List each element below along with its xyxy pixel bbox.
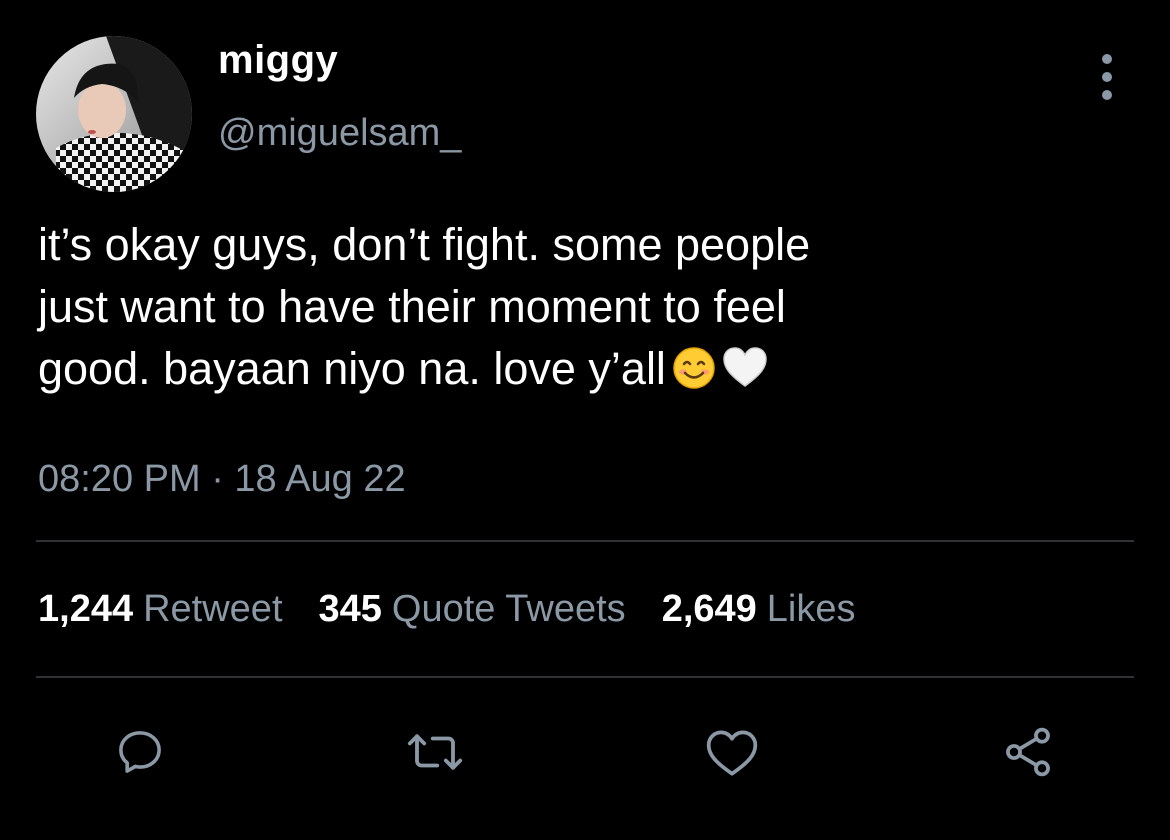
user-handle[interactable]: @miguelsam_ [218, 112, 461, 155]
likes-label: Likes [766, 588, 856, 630]
white-heart-emoji [722, 344, 768, 406]
more-dot-icon [1102, 72, 1112, 82]
retweet-count: 1,244 [38, 588, 134, 630]
reply-icon [119, 731, 161, 773]
retweet-label: Retweet [143, 588, 283, 630]
like-button[interactable] [700, 722, 764, 782]
share-icon [1006, 727, 1050, 777]
share-button[interactable] [996, 722, 1060, 782]
like-count: 2,649 [661, 588, 757, 630]
quote-count: 345 [318, 588, 382, 630]
avatar[interactable] [36, 36, 192, 192]
divider [36, 676, 1134, 678]
tweet-text-line: just want to have their moment to feel [38, 281, 786, 332]
smiling-face-emoji [672, 344, 716, 406]
reply-button[interactable] [108, 722, 172, 782]
tweet-card: miggy @miguelsam_ it’s okay guys, don’t … [0, 0, 1170, 840]
tweet-text-line: good. bayaan niyo na. love y’all [38, 343, 666, 394]
like-icon [706, 730, 758, 776]
retweet-button[interactable] [403, 722, 467, 782]
avatar-photo [36, 36, 192, 192]
tweet-stats: 1,244 Retweet 345 Quote Tweets 2,649 Likes [38, 588, 892, 631]
likes-link[interactable]: 2,649 Likes [662, 588, 856, 631]
more-dot-icon [1102, 54, 1112, 64]
divider [36, 540, 1134, 542]
retweet-count-link[interactable]: 1,244 Retweet [38, 588, 283, 631]
tweet-text-line: it’s okay guys, don’t fight. some people [38, 219, 811, 270]
retweet-icon [407, 734, 463, 770]
more-dot-icon [1102, 90, 1112, 100]
tweet-text: it’s okay guys, don’t fight. some people… [38, 214, 1138, 406]
quote-label: Quote Tweets [391, 588, 626, 630]
tweet-text-line-last: good. bayaan niyo na. love y’all [38, 338, 1138, 406]
tweet-timestamp[interactable]: 08:20 PM · 18 Aug 22 [38, 458, 406, 501]
more-options-button[interactable] [1094, 54, 1120, 100]
quote-tweets-link[interactable]: 345 Quote Tweets [319, 588, 626, 631]
display-name[interactable]: miggy [218, 38, 338, 83]
